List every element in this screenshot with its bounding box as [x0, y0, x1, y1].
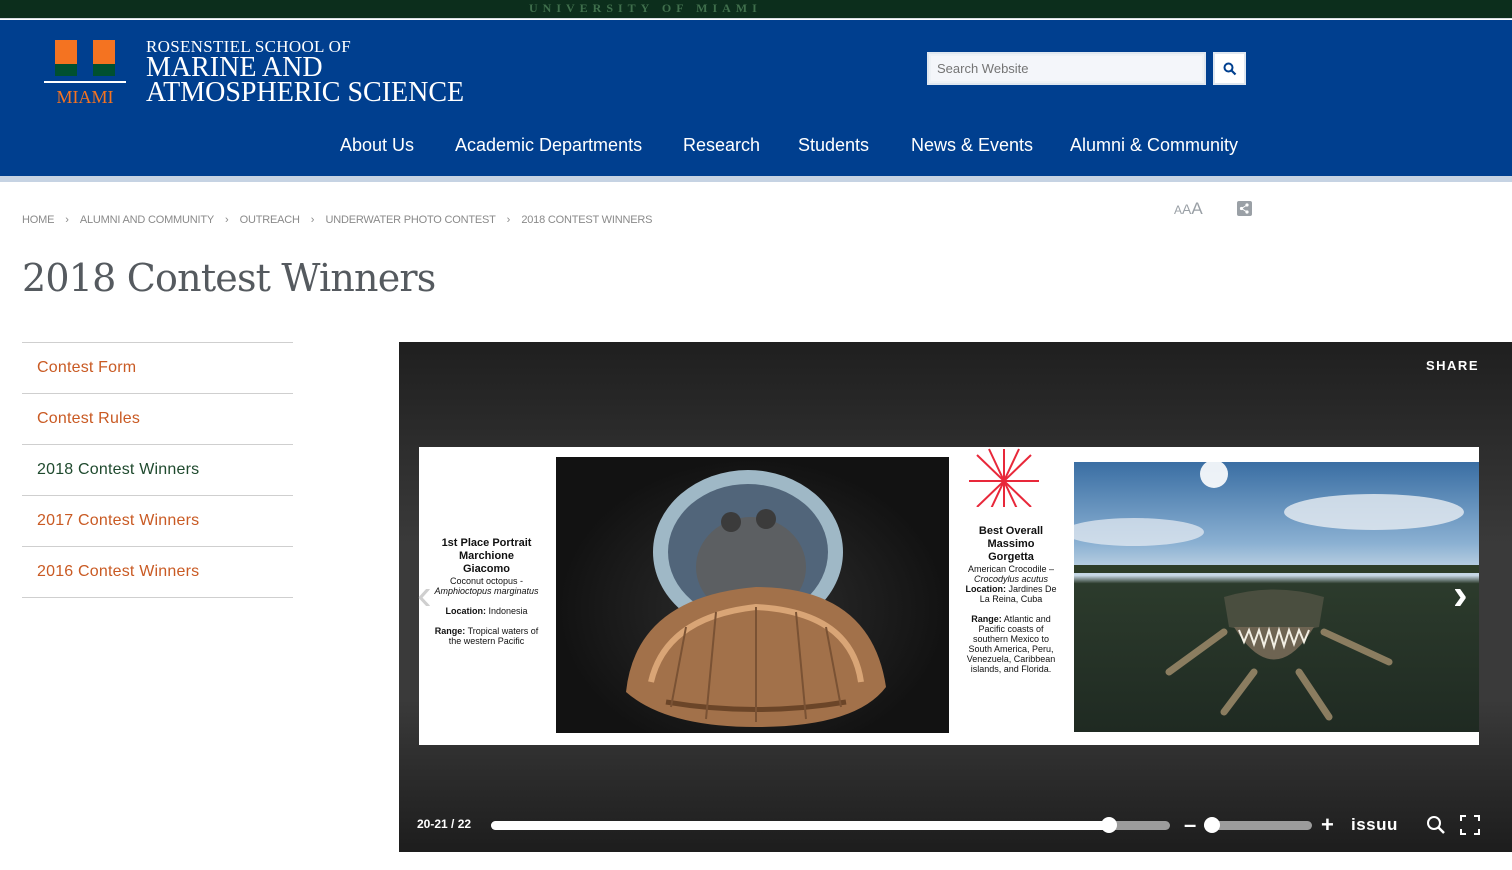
caption1-name2: Giacomo [462, 563, 511, 575]
viewer-controls: 20-21 / 22 – + issuu [399, 812, 1512, 842]
logo-u-left [55, 40, 77, 76]
caption2-name1: Massimo [987, 538, 1035, 550]
share-icon[interactable] [1237, 201, 1252, 216]
chevron-right-icon: › [65, 214, 69, 226]
octopus-shell-image [626, 470, 886, 727]
crocodile-image [1074, 462, 1479, 721]
nav-news-events[interactable]: News & Events [911, 135, 1033, 156]
breadcrumb-home[interactable]: HOME [22, 214, 54, 226]
search-input[interactable] [929, 54, 1204, 83]
magazine-spread: 1st Place Portrait Marchione Giacomo Coc… [419, 447, 1479, 745]
page-progress-handle[interactable] [1100, 817, 1117, 833]
chevron-right-icon: › [506, 214, 511, 226]
school-name-line2[interactable]: ATMOSPHERIC SCIENCE [146, 79, 464, 107]
caption1-name1: Marchione [458, 550, 514, 562]
caption2-name2: Gorgetta [988, 551, 1034, 563]
text-size-control[interactable]: AAA [1174, 199, 1203, 219]
header-bottom-band [0, 176, 1512, 182]
fullscreen-icon[interactable] [1460, 815, 1480, 835]
site-header: MIAMI ROSENSTIEL SCHOOL OF MARINE AND AT… [0, 20, 1512, 176]
text-size-small[interactable]: A [1174, 203, 1182, 217]
nav-about-us[interactable]: About Us [340, 135, 414, 156]
um-logo[interactable]: MIAMI [44, 40, 126, 110]
octopus-photo [556, 457, 949, 733]
caption2-latin: Crocodylus acutus [973, 574, 1049, 584]
prev-page-arrow-icon[interactable]: ‹ [417, 570, 432, 620]
side-item-2018-winners[interactable]: 2018 Contest Winners [22, 444, 293, 495]
issuu-logo[interactable]: issuu [1351, 815, 1398, 835]
starburst-icon [969, 448, 1039, 507]
nav-academic-departments[interactable]: Academic Departments [455, 135, 642, 156]
caption1-range-label: Range: [434, 626, 466, 636]
caption2-title: Best Overall [978, 525, 1044, 537]
zoom-out-icon[interactable]: – [1184, 812, 1196, 838]
university-strip: UNIVERSITY OF MIAMI [0, 0, 1512, 19]
caption2-species: American Crocodile – [967, 564, 1055, 574]
search-box [927, 52, 1206, 85]
side-item-2016-winners[interactable]: 2016 Contest Winners [22, 546, 293, 597]
side-item-contest-rules[interactable]: Contest Rules [22, 393, 293, 444]
page-progress-fill [491, 821, 1109, 830]
text-size-medium[interactable]: A [1182, 201, 1191, 217]
caption1-location-label: Location: [445, 606, 486, 616]
nav-research[interactable]: Research [683, 135, 760, 156]
search-icon [1223, 62, 1236, 75]
caption-best-overall: Best Overall Massimo Gorgetta American C… [960, 525, 1062, 674]
text-size-large[interactable]: A [1191, 199, 1202, 218]
crocodile-photo [1074, 462, 1479, 732]
main-nav: About Us Academic Departments Research S… [0, 135, 1512, 159]
chevron-right-icon: › [310, 214, 315, 226]
logo-text: MIAMI [56, 87, 114, 107]
zoom-in-icon[interactable]: + [1321, 812, 1334, 838]
caption-first-place: 1st Place Portrait Marchione Giacomo Coc… [429, 537, 544, 646]
caption1-species: Coconut octopus - [449, 576, 524, 586]
page-title: 2018 Contest Winners [22, 256, 436, 300]
logo-u-right [93, 40, 115, 76]
caption2-location-label: Location: [965, 584, 1006, 594]
caption2-range-label: Range: [971, 614, 1002, 624]
side-item-2017-winners[interactable]: 2017 Contest Winners [22, 495, 293, 546]
zoom-slider[interactable] [1204, 817, 1312, 833]
zoom-handle[interactable] [1204, 817, 1220, 833]
page-progress-slider[interactable] [491, 817, 1170, 833]
next-page-arrow-icon[interactable]: › [1453, 570, 1468, 620]
chevron-right-icon: › [225, 214, 229, 226]
breadcrumb-alumni[interactable]: ALUMNI AND COMMUNITY [80, 214, 214, 226]
nav-students[interactable]: Students [798, 135, 869, 156]
caption1-latin: Amphioctopus marginatus [434, 586, 539, 596]
side-nav-end-divider [22, 597, 293, 598]
magnify-icon[interactable] [1426, 815, 1446, 835]
share-glyph-icon [1239, 203, 1249, 214]
side-item-contest-form[interactable]: Contest Form [22, 342, 293, 393]
caption1-location: Indonesia [488, 606, 528, 616]
breadcrumb: HOME › ALUMNI AND COMMUNITY › OUTREACH › UNDER… [22, 214, 652, 226]
search-button[interactable] [1213, 52, 1246, 85]
breadcrumb-photo-contest[interactable]: UNDERWATER PHOTO CONTEST [325, 214, 495, 226]
nav-alumni-community[interactable]: Alumni & Community [1070, 135, 1238, 156]
side-nav: Contest Form Contest Rules 2018 Contest … [22, 342, 293, 598]
breadcrumb-current: 2018 CONTEST WINNERS [521, 214, 653, 226]
page-count: 20-21 / 22 [417, 817, 472, 831]
caption1-title: 1st Place Portrait [441, 537, 532, 549]
issuu-viewer: SHARE 1st Place Portrait Marchione Giaco… [399, 342, 1512, 852]
viewer-share-button[interactable]: SHARE [1426, 358, 1479, 373]
university-name[interactable]: UNIVERSITY OF MIAMI [529, 1, 762, 16]
logo-divider [44, 81, 126, 83]
breadcrumb-outreach[interactable]: OUTREACH [240, 214, 300, 226]
